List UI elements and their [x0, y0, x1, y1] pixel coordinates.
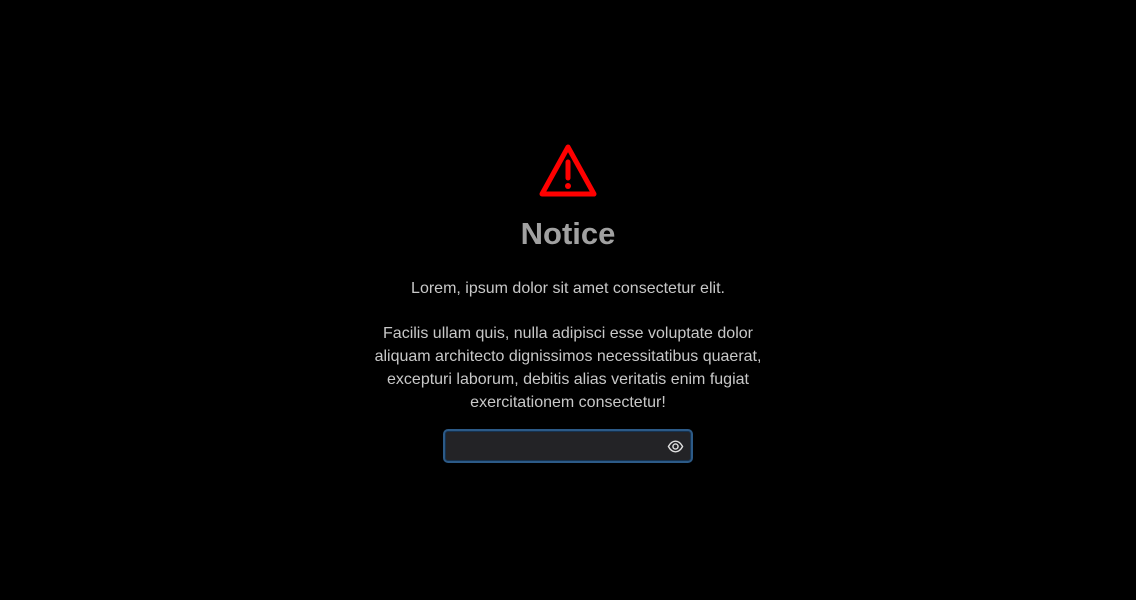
notice-body-text: Facilis ullam quis, nulla adipisci esse …	[374, 325, 762, 411]
notice-title: Notice	[520, 216, 616, 251]
notice-lead-text: Lorem, ipsum dolor sit amet consectetur …	[411, 280, 725, 297]
notice-dialog: Notice Lorem, ipsum dolor sit amet conse…	[0, 0, 1136, 600]
password-field[interactable]	[443, 429, 693, 463]
eye-icon[interactable]	[667, 438, 684, 455]
password-input[interactable]	[453, 431, 658, 461]
page: Notice Lorem, ipsum dolor sit amet conse…	[0, 0, 1136, 600]
warning-triangle-icon	[539, 144, 597, 197]
